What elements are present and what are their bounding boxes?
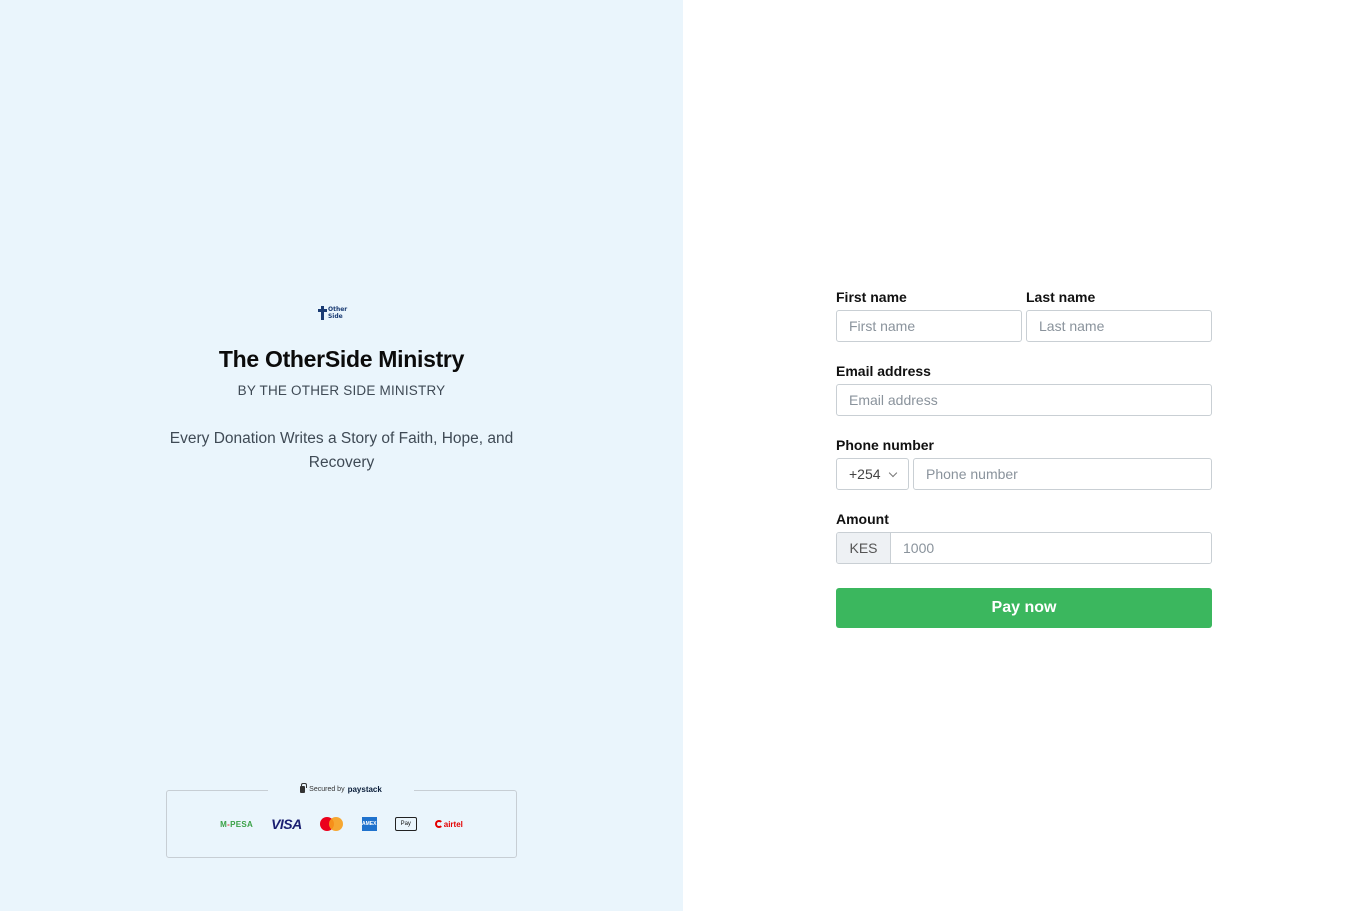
mastercard-icon [319,817,344,831]
amount-label: Amount [836,511,889,527]
airtel-text: airtel [443,819,463,829]
email-input[interactable] [836,384,1212,416]
org-logo: Other Side [318,304,364,322]
airtel-money-icon: airtel [434,819,463,829]
logo-text: Other Side [327,306,348,320]
amount-input-wrap: KES [836,532,1212,564]
last-name-group: Last name [1026,289,1212,342]
name-row: First name Last name [836,289,1212,345]
page-title: The OtherSide Ministry [218,346,465,372]
amex-icon: AMEX [361,817,377,831]
currency-badge: KES [837,533,891,563]
phone-label: Phone number [836,437,935,453]
email-group: Email address [836,363,1212,416]
pay-now-button[interactable]: Pay now [836,588,1212,628]
paystack-logo: paystack [347,784,382,794]
first-name-label: First name [836,289,907,305]
left-panel: Other Side The OtherSide Ministry BY THE… [0,0,683,911]
first-name-input[interactable] [836,310,1022,342]
secured-by-text: Secured by [309,785,345,793]
last-name-label: Last name [1026,289,1096,305]
phone-input[interactable] [913,458,1212,490]
secured-by-label: Secured by paystack [268,781,414,797]
amount-group: Amount KES [836,511,1212,564]
visa-icon: VISA [271,816,302,832]
country-code-select[interactable]: +254 [836,458,909,490]
email-label: Email address [836,363,931,379]
chevron-down-icon [888,468,898,478]
last-name-input[interactable] [1026,310,1212,342]
payment-icons: M-PESA VISA AMEX Pay airtel [166,812,517,836]
phone-input-wrap: +254 [836,458,1212,490]
mpesa-icon: M-PESA [220,819,254,829]
tagline: Every Donation Writes a Story of Faith, … [169,430,514,471]
country-code-value: +254 [849,466,881,482]
org-subtitle: BY THE OTHER SIDE MINISTRY [237,383,446,398]
cross-icon [318,306,327,320]
apple-pay-icon: Pay [394,817,417,831]
phone-group: Phone number +254 [836,437,1212,490]
first-name-group: First name [836,289,1022,342]
lock-icon [300,782,307,793]
apple-pay-text: Pay [400,821,411,827]
amount-input[interactable] [891,533,1211,563]
mpesa-text: PESA [230,819,254,829]
